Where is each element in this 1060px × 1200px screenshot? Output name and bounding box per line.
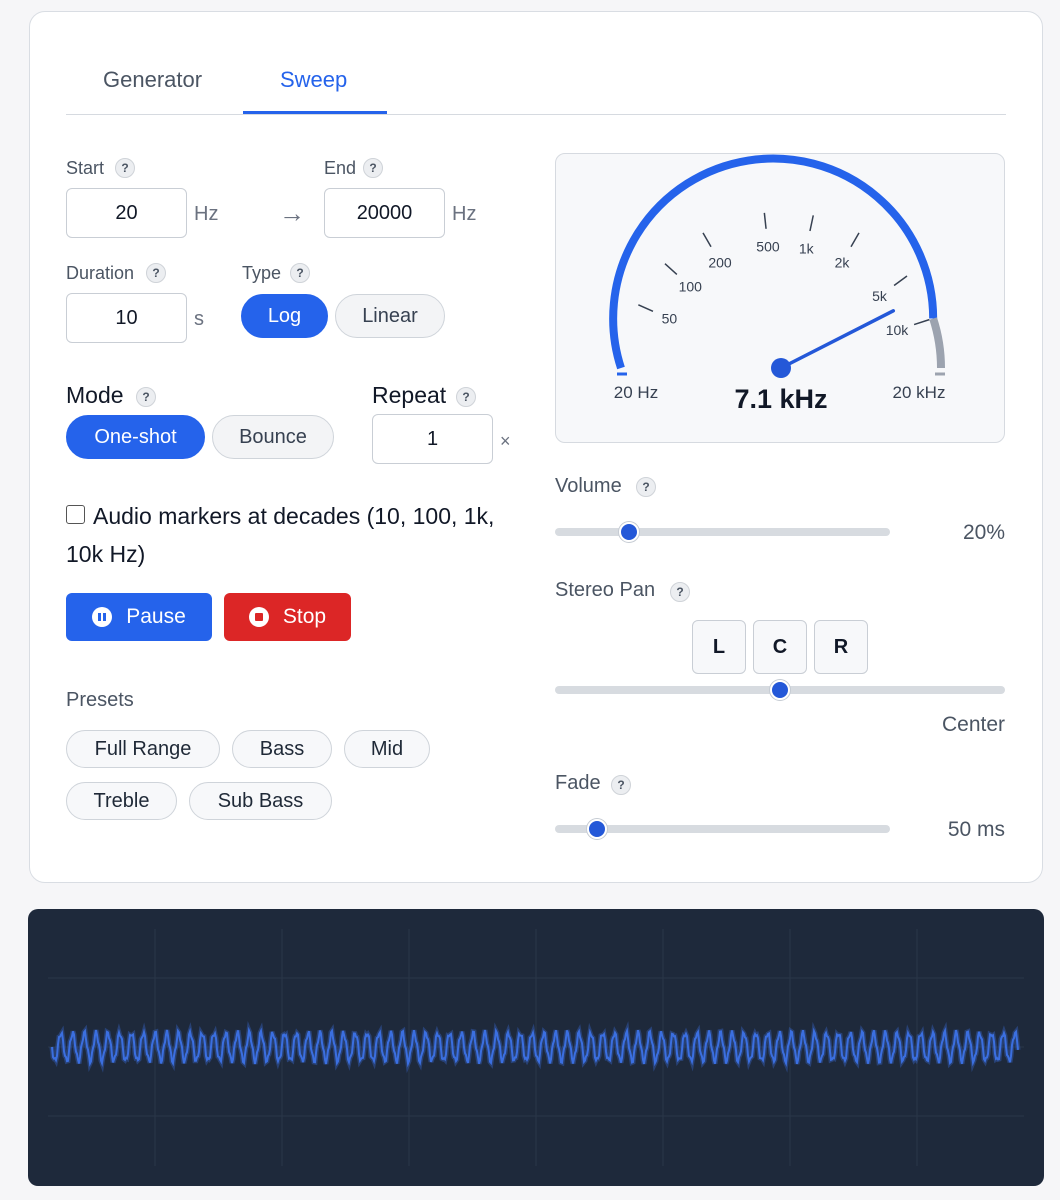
markers-label-cont: 10k Hz) (66, 541, 146, 567)
end-help-icon[interactable]: ? (363, 158, 383, 178)
waveform-canvas (48, 929, 1024, 1166)
frequency-gauge: 50 100 200 500 1k 2k 5k 10k 20 Hz 20 kHz 7.1 kH… (555, 153, 1005, 443)
pan-left-button[interactable]: L (692, 620, 746, 674)
preset-sub-bass[interactable]: Sub Bass (189, 782, 332, 820)
stereo-pan-value: Center (941, 713, 1005, 736)
stop-button-label: Stop (282, 605, 327, 628)
stereo-pan-help-icon[interactable]: ? (670, 582, 690, 602)
duration-help-icon[interactable]: ? (146, 263, 166, 283)
mode-help-icon[interactable]: ? (136, 387, 156, 407)
start-help-icon[interactable]: ? (115, 158, 135, 178)
duration-input[interactable] (66, 293, 187, 343)
volume-slider[interactable] (555, 528, 890, 536)
fade-help-icon[interactable]: ? (611, 775, 631, 795)
volume-slider-thumb[interactable] (618, 522, 639, 542)
gauge-tick-label: 50 (662, 311, 678, 327)
preset-mid[interactable]: Mid (344, 730, 430, 768)
preset-bass[interactable]: Bass (232, 730, 332, 768)
presets-label: Presets (66, 689, 134, 711)
gauge-tick (638, 304, 654, 313)
stereo-pan-slider-thumb[interactable] (770, 680, 790, 700)
pan-center-button[interactable]: C (753, 620, 807, 674)
gauge-tick-label: 5k (872, 288, 888, 304)
mode-oneshot-button[interactable]: One-shot (66, 415, 205, 459)
type-linear-button[interactable]: Linear (335, 294, 445, 338)
type-help-icon[interactable]: ? (290, 263, 310, 283)
gauge-needle (779, 309, 896, 370)
gauge-tick (809, 215, 815, 232)
end-label: End (324, 158, 357, 178)
pause-button[interactable]: Pause (66, 593, 212, 641)
repeat-label: Repeat (372, 382, 447, 408)
stereo-pan-label: Stereo Pan (555, 579, 656, 601)
gauge-ticks: 50 100 200 500 1k 2k 5k 10k (617, 212, 945, 376)
repeat-input[interactable] (372, 414, 493, 464)
volume-help-icon[interactable]: ? (636, 477, 656, 497)
gauge-tick-label: 2k (835, 254, 851, 270)
start-label: Start (66, 158, 105, 178)
preset-full-range[interactable]: Full Range (66, 730, 220, 768)
gauge-arc-end (929, 317, 945, 369)
end-frequency-input[interactable] (324, 188, 445, 238)
gauge-tick (893, 275, 908, 287)
gauge-hub (771, 358, 791, 378)
waveform-scope (28, 909, 1044, 1186)
start-frequency-input[interactable] (66, 188, 187, 238)
tab-generator[interactable]: Generator (103, 67, 202, 93)
gauge-tick (913, 318, 930, 326)
duration-label: Duration (66, 263, 135, 283)
gauge-tick-label: 100 (679, 278, 703, 294)
tab-sweep[interactable]: Sweep (280, 67, 347, 93)
gauge-tick-label: 200 (708, 254, 732, 270)
repeat-help-icon[interactable]: ? (456, 387, 476, 407)
volume-label: Volume (555, 475, 622, 497)
gauge-dial: 50 100 200 500 1k 2k 5k 10k 20 Hz 20 kHz 7.1 kH… (609, 154, 946, 414)
gauge-tick (664, 263, 678, 275)
gauge-max-label: 20 kHz (893, 383, 946, 402)
fade-value: 50 ms (947, 818, 1005, 841)
volume-value: 20% (962, 521, 1005, 544)
stop-icon (248, 607, 269, 627)
gauge-tick (702, 232, 712, 248)
pause-icon (92, 607, 113, 627)
tab-divider (66, 114, 1006, 115)
gauge-readout: 7.1 kHz (734, 384, 827, 414)
preset-treble[interactable]: Treble (66, 782, 177, 820)
mode-bounce-button[interactable]: Bounce (212, 415, 334, 459)
active-tab-indicator (243, 111, 387, 114)
gauge-tick-label: 1k (799, 241, 815, 257)
gauge-tick (763, 212, 767, 229)
markers-checkbox[interactable] (66, 505, 85, 524)
fade-label: Fade (555, 772, 601, 794)
arrow-right-icon: → (279, 198, 305, 228)
gauge-min-label: 20 Hz (614, 383, 658, 402)
start-unit: Hz (194, 203, 219, 225)
stop-button[interactable]: Stop (224, 593, 351, 641)
pause-button-label: Pause (126, 605, 186, 628)
fade-slider-thumb[interactable] (586, 819, 607, 839)
gauge-tick (850, 232, 860, 248)
gauge-tick-label: 10k (886, 322, 910, 338)
mode-label: Mode (66, 382, 124, 408)
markers-label: Audio markers at decades (10, 100, 1k, (93, 503, 495, 529)
duration-unit: s (194, 308, 204, 330)
type-log-button[interactable]: Log (241, 294, 328, 338)
repeat-times-unit: × (500, 431, 511, 451)
type-label: Type (242, 263, 282, 283)
gauge-tick-label: 500 (756, 239, 780, 255)
end-unit: Hz (452, 203, 477, 225)
pan-right-button[interactable]: R (814, 620, 868, 674)
